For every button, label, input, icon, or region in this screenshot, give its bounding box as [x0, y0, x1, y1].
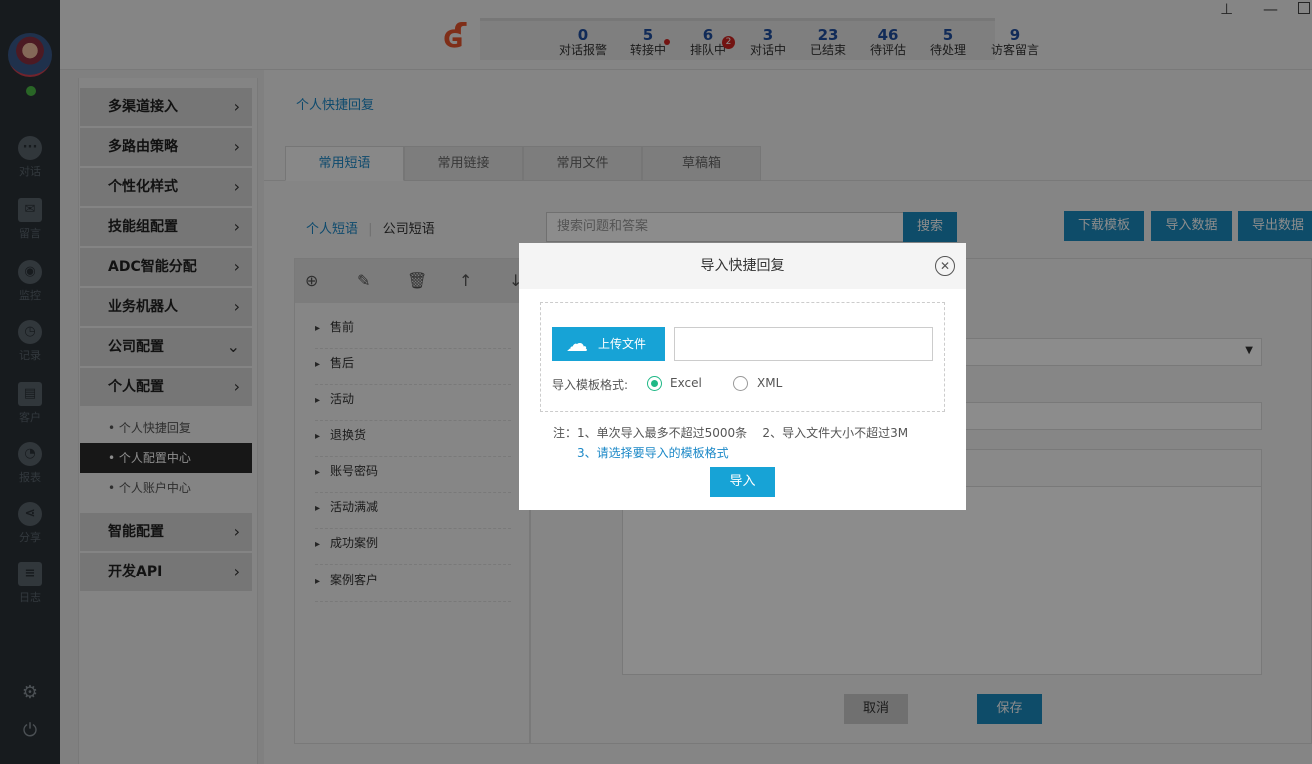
cloud-upload-icon: ☁ [566, 332, 588, 357]
format-label: 导入模板格式: [552, 378, 629, 392]
upload-file-button[interactable]: ☁ 上传文件 [552, 327, 665, 361]
radio-excel[interactable] [647, 376, 662, 391]
import-dialog: 导入快捷回复 ✕ ☁ 上传文件 导入模板格式: Excel XML 注：1、单次… [519, 243, 966, 510]
radio-excel-label: Excel [670, 376, 702, 390]
import-note-format: 3、请选择要导入的模板格式 [577, 446, 729, 460]
radio-xml-label: XML [757, 376, 783, 390]
import-submit-button[interactable]: 导入 [710, 467, 775, 497]
import-note: 注：1、单次导入最多不超过5000条 2、导入文件大小不超过3M [553, 426, 909, 440]
dialog-title: 导入快捷回复 [519, 243, 966, 289]
file-path-input[interactable] [674, 327, 933, 361]
upload-area: ☁ 上传文件 导入模板格式: Excel XML [540, 302, 945, 412]
close-icon[interactable]: ✕ [935, 256, 955, 276]
radio-xml[interactable] [733, 376, 748, 391]
